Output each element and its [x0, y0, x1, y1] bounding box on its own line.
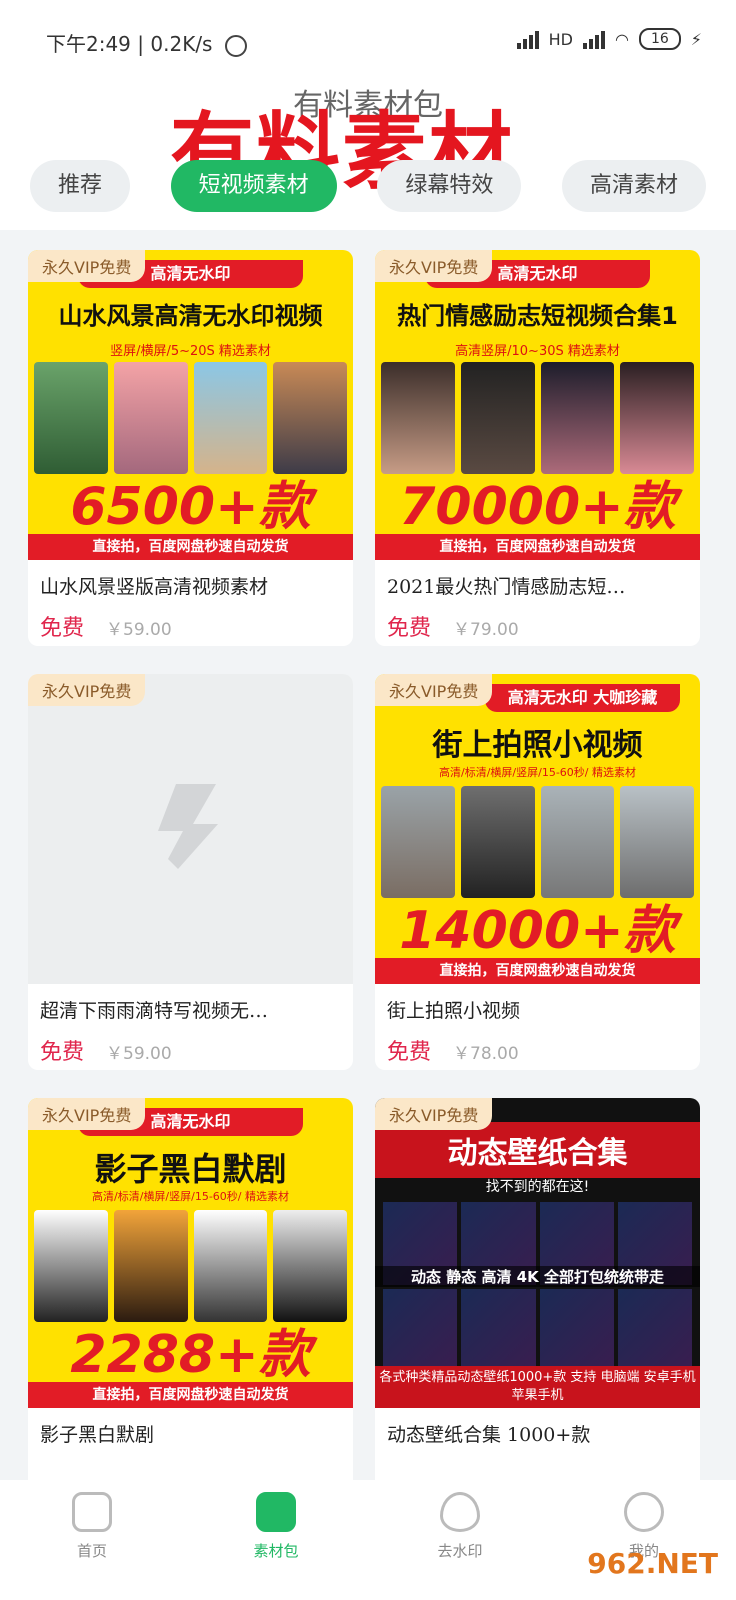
nav-home[interactable]: 首页 — [32, 1492, 152, 1561]
tab-short-video[interactable]: 短视频素材 — [170, 160, 337, 212]
product-thumbnail: 永久VIP免费 高清无水印 大咖珍藏 街上拍照小视频 高清/标清/横屏/竖屏/1… — [375, 674, 700, 984]
status-right: HD ◠ 16 ⚡ — [516, 28, 702, 50]
charging-icon: ⚡ — [690, 29, 702, 49]
poster-footer: 直接拍，百度网盘秒速自动发货 — [375, 534, 700, 560]
poster-photos — [383, 1202, 692, 1372]
product-name: 街上拍照小视频 — [387, 1000, 521, 1022]
category-tabs: 推荐 短视频素材 绿幕特效 高清素材 — [30, 160, 706, 212]
nav-remove-watermark[interactable]: 去水印 — [400, 1492, 520, 1561]
poster-count: 6500+款 — [70, 477, 311, 537]
poster-headline: 热门情感励志短视频合集1 — [397, 302, 678, 330]
nav-packages[interactable]: 素材包 — [216, 1492, 336, 1561]
price-original: ￥78.00 — [453, 1044, 519, 1064]
product-thumbnail: 永久VIP免费 高清无水印 山水风景高清无水印视频 竖屏/横屏/5~20S 精选… — [28, 250, 353, 560]
product-thumbnail: 永久VIP免费 动态壁纸合集 找不到的都在这! 动态 静态 高清 4K 全部打包… — [375, 1098, 700, 1408]
price-free: 免费 — [387, 1040, 432, 1065]
poster-photos — [381, 786, 694, 898]
status-bar: 下午2:49 | 0.2K/s HD ◠ 16 ⚡ — [0, 0, 736, 80]
poster-band: 动态 静态 高清 4K 全部打包统统带走 — [375, 1266, 700, 1287]
product-name: 动态壁纸合集 1000+款 — [387, 1424, 591, 1446]
hd-label: HD — [548, 29, 573, 49]
poster-headline: 影子黑白默剧 — [94, 1150, 287, 1188]
product-grid: 永久VIP免费 高清无水印 山水风景高清无水印视频 竖屏/横屏/5~20S 精选… — [28, 250, 708, 1494]
price-original: ￥59.00 — [106, 620, 172, 640]
price-free: 免费 — [387, 616, 432, 641]
product-card[interactable]: 永久VIP免费 动态壁纸合集 找不到的都在这! 动态 静态 高清 4K 全部打包… — [375, 1098, 700, 1494]
vip-badge: 永久VIP免费 — [375, 674, 493, 706]
product-card[interactable]: 永久VIP免费 超清下雨雨滴特写视频无… 免费 ￥59.00 — [28, 674, 353, 1070]
poster-count: 2288+款 — [70, 1325, 311, 1385]
poster-footer: 直接拍，百度网盘秒速自动发货 — [28, 534, 353, 560]
battery-icon: 16 — [638, 28, 681, 50]
poster-headline: 山水风景高清无水印视频 — [58, 302, 323, 330]
price-free: 免费 — [40, 1040, 85, 1065]
vip-badge: 永久VIP免费 — [375, 1098, 493, 1130]
tab-recommend[interactable]: 推荐 — [30, 160, 131, 212]
site-watermark: 962.NET — [587, 1547, 718, 1580]
nav-label: 去水印 — [437, 1542, 483, 1560]
nav-label: 首页 — [76, 1542, 107, 1560]
wifi-icon: ◠ — [614, 29, 629, 49]
poster-footer: 各式种类精品动态壁纸1000+款 支持 电脑端 安卓手机 苹果手机 — [375, 1366, 700, 1408]
signal-icon — [516, 29, 539, 49]
signal-icon-2 — [582, 29, 605, 49]
price-original: ￥59.00 — [106, 1044, 172, 1064]
product-thumbnail: 永久VIP免费 高清无水印 热门情感励志短视频合集1 高清竖屏/10~30S 精… — [375, 250, 700, 560]
price-row: 免费 ￥78.00 — [387, 1034, 519, 1066]
bottom-nav: 首页 素材包 去水印 我的 — [0, 1480, 736, 1600]
price-row: 免费 ￥79.00 — [387, 610, 519, 642]
folder-icon — [256, 1492, 296, 1532]
tab-hd[interactable]: 高清素材 — [561, 160, 706, 212]
poster-sub: 高清竖屏/10~30S 精选素材 — [455, 344, 620, 359]
vip-badge: 永久VIP免费 — [28, 674, 146, 706]
price-row: 免费 ￥59.00 — [40, 1034, 172, 1066]
poster-sub: 高清/标清/横屏/竖屏/15-60秒/ 精选素材 — [439, 766, 636, 779]
product-name: 超清下雨雨滴特写视频无… — [40, 1000, 269, 1022]
status-left: 下午2:49 | 0.2K/s — [46, 28, 247, 57]
product-thumbnail: 永久VIP免费 高清无水印 影子黑白默剧 高清/标清/横屏/竖屏/15-60秒/… — [28, 1098, 353, 1408]
price-row: 免费 ￥59.00 — [40, 610, 172, 642]
vip-badge: 永久VIP免费 — [375, 250, 493, 282]
poster-photos — [34, 362, 347, 474]
poster-banner: 高清无水印 大咖珍藏 — [485, 684, 680, 712]
home-icon — [72, 1492, 112, 1532]
poster-photos — [34, 1210, 347, 1322]
network-speed: 0.2K/s — [150, 32, 213, 56]
poster-footer: 直接拍，百度网盘秒速自动发货 — [375, 958, 700, 984]
image-placeholder-icon — [158, 784, 218, 869]
alarm-icon — [224, 34, 247, 57]
vip-badge: 永久VIP免费 — [28, 1098, 146, 1130]
profile-icon — [624, 1492, 664, 1532]
product-card[interactable]: 永久VIP免费 高清无水印 大咖珍藏 街上拍照小视频 高清/标清/横屏/竖屏/1… — [375, 674, 700, 1070]
droplet-icon — [440, 1492, 480, 1532]
product-thumbnail: 永久VIP免费 — [28, 674, 353, 984]
poster-footer: 直接拍，百度网盘秒速自动发货 — [28, 1382, 353, 1408]
poster-headline: 街上拍照小视频 — [432, 728, 643, 763]
poster-sub: 竖屏/横屏/5~20S 精选素材 — [110, 344, 271, 359]
vip-badge: 永久VIP免费 — [28, 250, 146, 282]
product-card[interactable]: 永久VIP免费 高清无水印 山水风景高清无水印视频 竖屏/横屏/5~20S 精选… — [28, 250, 353, 646]
product-name: 影子黑白默剧 — [40, 1424, 155, 1446]
nav-label: 素材包 — [253, 1542, 299, 1560]
poster-count: 14000+款 — [399, 901, 676, 961]
poster-count: 70000+款 — [399, 477, 676, 537]
product-card[interactable]: 永久VIP免费 高清无水印 影子黑白默剧 高清/标清/横屏/竖屏/15-60秒/… — [28, 1098, 353, 1494]
price-original: ￥79.00 — [453, 620, 519, 640]
product-name: 2021最火热门情感励志短… — [387, 576, 626, 598]
poster-headline: 动态壁纸合集 — [375, 1122, 700, 1178]
price-free: 免费 — [40, 616, 85, 641]
status-time: 下午2:49 — [46, 32, 131, 56]
poster-sub: 找不到的都在这! — [485, 1179, 590, 1195]
poster-sub: 高清/标清/横屏/竖屏/15-60秒/ 精选素材 — [92, 1190, 289, 1203]
product-name: 山水风景竖版高清视频素材 — [40, 576, 269, 598]
product-card[interactable]: 永久VIP免费 高清无水印 热门情感励志短视频合集1 高清竖屏/10~30S 精… — [375, 250, 700, 646]
tab-green-screen[interactable]: 绿幕特效 — [377, 160, 522, 212]
poster-photos — [381, 362, 694, 474]
